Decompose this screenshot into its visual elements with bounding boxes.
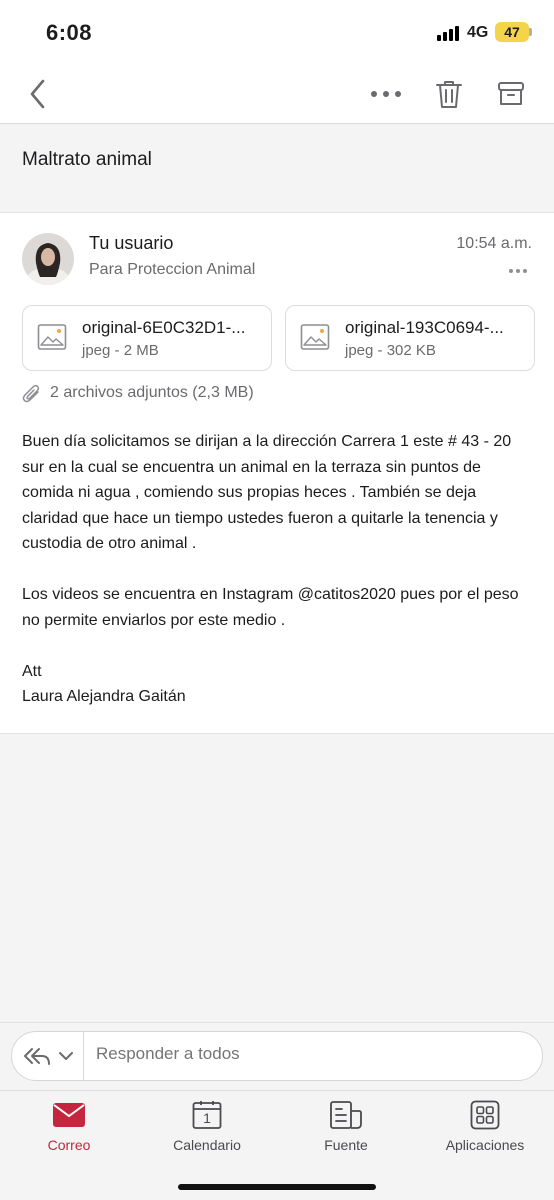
attachments-summary-label: 2 archivos adjuntos (2,3 MB) xyxy=(50,384,254,401)
body-signature: Laura Alejandra Gaitán xyxy=(22,688,186,705)
tab-label: Aplicaciones xyxy=(445,1137,525,1153)
ellipsis-icon xyxy=(371,91,401,97)
message-time: 10:54 a.m. xyxy=(456,235,532,252)
signal-icon xyxy=(437,25,461,41)
reply-box xyxy=(11,1031,543,1081)
message-card: Tu usuario Para Proteccion Animal 10:54 … xyxy=(0,212,554,734)
paperclip-icon xyxy=(22,384,40,403)
attachment-card[interactable]: original-193C0694-... jpeg - 302 KB xyxy=(285,305,535,371)
tab-calendario[interactable]: 1 Calendario xyxy=(138,1099,276,1165)
message-body: Buen día solicitamos se dirijan a la dir… xyxy=(22,429,534,710)
attachment-name: original-193C0694-... xyxy=(345,318,504,337)
feed-icon xyxy=(330,1101,362,1129)
tab-label: Calendario xyxy=(173,1137,241,1153)
tab-label: Fuente xyxy=(324,1137,368,1153)
ellipsis-icon xyxy=(509,269,513,273)
tab-correo[interactable]: Correo xyxy=(0,1099,138,1165)
battery-tip xyxy=(529,28,532,36)
avatar[interactable] xyxy=(22,233,74,285)
delete-button[interactable] xyxy=(429,74,469,114)
tab-fuente[interactable]: Fuente xyxy=(277,1099,415,1165)
email-subject: Maltrato animal xyxy=(22,149,152,170)
apps-grid-icon xyxy=(470,1100,500,1130)
tab-bar: Correo 1 Calendario Fuente Aplicaciones xyxy=(0,1090,554,1200)
attachment-meta: jpeg - 2 MB xyxy=(82,342,159,359)
mail-icon xyxy=(53,1103,85,1127)
message-more-button[interactable] xyxy=(504,261,532,281)
battery-icon: 47 xyxy=(495,22,529,42)
trash-icon xyxy=(436,81,462,108)
chevron-down-icon xyxy=(58,1052,73,1060)
archive-button[interactable] xyxy=(491,74,531,114)
back-button[interactable] xyxy=(18,74,58,114)
subject-bar: Maltrato animal xyxy=(0,124,554,212)
sender-name[interactable]: Tu usuario xyxy=(89,233,173,254)
image-icon xyxy=(300,324,330,350)
attachment-card[interactable]: original-6E0C32D1-... jpeg - 2 MB xyxy=(22,305,272,371)
attachment-meta: jpeg - 302 KB xyxy=(345,342,436,359)
tab-label: Correo xyxy=(47,1137,91,1153)
more-button[interactable] xyxy=(366,74,406,114)
home-indicator xyxy=(178,1184,376,1190)
reply-mode-selector[interactable] xyxy=(12,1032,84,1080)
body-signoff: Att xyxy=(22,662,42,680)
reply-input[interactable] xyxy=(96,1044,526,1064)
image-icon xyxy=(37,324,67,350)
attachment-name: original-6E0C32D1-... xyxy=(82,318,246,337)
body-paragraph: Buen día solicitamos se dirijan a la dir… xyxy=(22,433,512,552)
reply-bar xyxy=(0,1022,554,1090)
status-bar: 6:08 4G 47 xyxy=(0,0,554,64)
archive-icon xyxy=(498,82,524,105)
body-paragraph: Los videos se encuentra en Instagram @ca… xyxy=(22,586,519,629)
calendar-day: 1 xyxy=(203,1110,211,1126)
network-type: 4G xyxy=(467,24,489,41)
recipient: Para Proteccion Animal xyxy=(89,261,256,278)
toolbar xyxy=(0,64,554,124)
attachments-summary[interactable]: 2 archivos adjuntos (2,3 MB) xyxy=(22,381,254,405)
chevron-left-icon xyxy=(30,79,45,109)
tab-aplicaciones[interactable]: Aplicaciones xyxy=(416,1099,554,1165)
reply-all-icon xyxy=(23,1048,50,1065)
status-time: 6:08 xyxy=(46,20,93,45)
